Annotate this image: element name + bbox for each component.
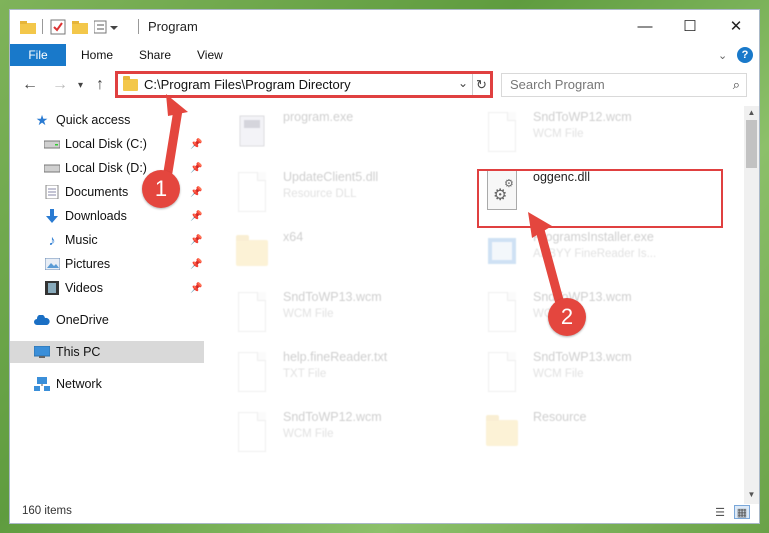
search-icon[interactable]: ⌕ <box>733 77 740 93</box>
pin-icon[interactable]: 📌 <box>190 187 202 198</box>
document-icon <box>484 290 520 336</box>
help-icon[interactable]: ? <box>737 47 753 63</box>
pin-icon[interactable]: 📌 <box>190 211 202 222</box>
vertical-scrollbar[interactable]: ▲ ▼ <box>744 106 759 504</box>
drive-icon <box>44 137 60 151</box>
sidebar-item-downloads[interactable]: Downloads 📌 <box>10 205 204 227</box>
explorer-window: Program — ☐ ✕ File Home Share View ⌄ ? ←… <box>9 9 760 524</box>
computer-icon <box>34 345 50 359</box>
dll-icon <box>234 170 270 216</box>
file-highlight-box <box>477 169 723 228</box>
up-arrow-icon[interactable]: ↑ <box>96 76 104 94</box>
exe-icon <box>234 110 270 156</box>
file-item[interactable]: SndToWP13.wcm WCM File <box>484 286 734 342</box>
downloads-icon <box>44 209 60 223</box>
pin-icon[interactable]: 📌 <box>190 139 202 150</box>
tab-view[interactable]: View <box>197 44 223 66</box>
file-item[interactable]: program.exe <box>234 106 484 162</box>
installer-icon <box>484 230 520 276</box>
file-item[interactable]: x64 <box>234 226 484 282</box>
file-item[interactable]: SndToWP12.wcm WCM File <box>484 106 734 162</box>
folder-icon <box>123 76 138 91</box>
network-icon <box>34 377 50 391</box>
pictures-icon <box>44 257 60 271</box>
file-item[interactable]: SndToWP13.wcm WCM File <box>234 286 484 342</box>
file-item[interactable]: Resource <box>484 406 734 462</box>
title-separator <box>42 19 43 34</box>
sidebar-item-music[interactable]: ♪ Music 📌 <box>10 229 204 251</box>
pin-icon[interactable]: 📌 <box>190 163 202 174</box>
refresh-icon[interactable]: ↻ <box>472 74 490 95</box>
pin-icon[interactable]: 📌 <box>190 235 202 246</box>
sidebar-item-pictures[interactable]: Pictures 📌 <box>10 253 204 275</box>
address-path[interactable]: C:\Program Files\Program Directory <box>144 77 351 92</box>
ribbon-tabs: File Home Share View ⌄ ? <box>10 42 759 66</box>
pin-icon[interactable]: 📌 <box>190 283 202 294</box>
file-item[interactable]: SndToWP12.wcm WCM File <box>234 406 484 462</box>
sidebar-item-network[interactable]: Network <box>10 373 204 395</box>
navigation-pane: ★ Quick access Local Disk (C:) 📌 Local D… <box>10 106 206 498</box>
status-bar: 160 items ☰ ▦ <box>10 500 759 524</box>
tab-file[interactable]: File <box>10 44 66 66</box>
sidebar-item-this-pc[interactable]: This PC <box>10 341 204 363</box>
tab-home[interactable]: Home <box>81 44 113 66</box>
sidebar-item-quick-access[interactable]: ★ Quick access <box>10 109 204 131</box>
documents-icon <box>44 185 60 199</box>
customize-toolbar-icon[interactable] <box>94 18 120 36</box>
file-list: program.exe SndToWP12.wcm WCM File Updat… <box>208 106 742 498</box>
drive-icon <box>44 161 60 175</box>
window-title: Program <box>148 19 198 34</box>
new-folder-icon[interactable] <box>72 18 88 36</box>
document-icon <box>234 290 270 336</box>
address-bar[interactable]: C:\Program Files\Program Directory ⌄ ↻ <box>115 71 493 98</box>
file-item[interactable]: SndToWP13.wcm WCM File <box>484 346 734 402</box>
address-dropdown-icon[interactable]: ⌄ <box>458 76 468 90</box>
file-item[interactable]: ProgramsInstaller.exe ABBYY FineReader I… <box>484 226 734 282</box>
search-input[interactable] <box>510 77 710 92</box>
item-count: 160 items <box>22 505 72 517</box>
document-icon <box>484 350 520 396</box>
document-icon <box>234 350 270 396</box>
expand-ribbon-icon[interactable]: ⌄ <box>718 44 727 66</box>
address-row: ← → ▾ ↑ C:\Program Files\Program Directo… <box>10 68 759 102</box>
folder-icon <box>234 230 270 276</box>
scrollbar-thumb[interactable] <box>746 120 757 168</box>
videos-icon <box>44 281 60 295</box>
star-icon: ★ <box>35 111 49 128</box>
callout-badge-2: 2 <box>548 298 586 336</box>
close-button[interactable]: ✕ <box>713 10 759 42</box>
title-bar: Program — ☐ ✕ <box>10 10 759 42</box>
sidebar-item-onedrive[interactable]: OneDrive <box>10 309 204 331</box>
recent-locations-chevron-icon[interactable]: ▾ <box>78 80 83 91</box>
properties-icon[interactable] <box>50 18 66 36</box>
scroll-up-arrow-icon[interactable]: ▲ <box>744 108 759 120</box>
minimize-button[interactable]: — <box>622 10 668 42</box>
document-icon <box>234 410 270 456</box>
details-view-icon[interactable]: ☰ <box>712 505 728 519</box>
file-item[interactable]: UpdateClient5.dll Resource DLL <box>234 166 484 222</box>
music-icon: ♪ <box>48 232 56 248</box>
title-separator <box>138 19 139 34</box>
maximize-button[interactable]: ☐ <box>667 10 713 42</box>
file-item[interactable]: help.fineReader.txt TXT File <box>234 346 484 402</box>
sidebar-item-local-disk-c[interactable]: Local Disk (C:) 📌 <box>10 133 204 155</box>
document-icon <box>484 110 520 156</box>
back-arrow-icon[interactable]: ← <box>22 76 38 94</box>
search-box[interactable]: ⌕ <box>501 73 747 97</box>
tab-share[interactable]: Share <box>139 44 171 66</box>
sidebar-item-videos[interactable]: Videos 📌 <box>10 277 204 299</box>
forward-arrow-icon[interactable]: → <box>52 76 68 94</box>
large-icons-view-icon[interactable]: ▦ <box>734 505 750 519</box>
folder-icon <box>20 18 36 36</box>
cloud-icon <box>34 313 50 327</box>
folder-icon <box>484 410 520 456</box>
pin-icon[interactable]: 📌 <box>190 259 202 270</box>
callout-badge-1: 1 <box>142 170 180 208</box>
